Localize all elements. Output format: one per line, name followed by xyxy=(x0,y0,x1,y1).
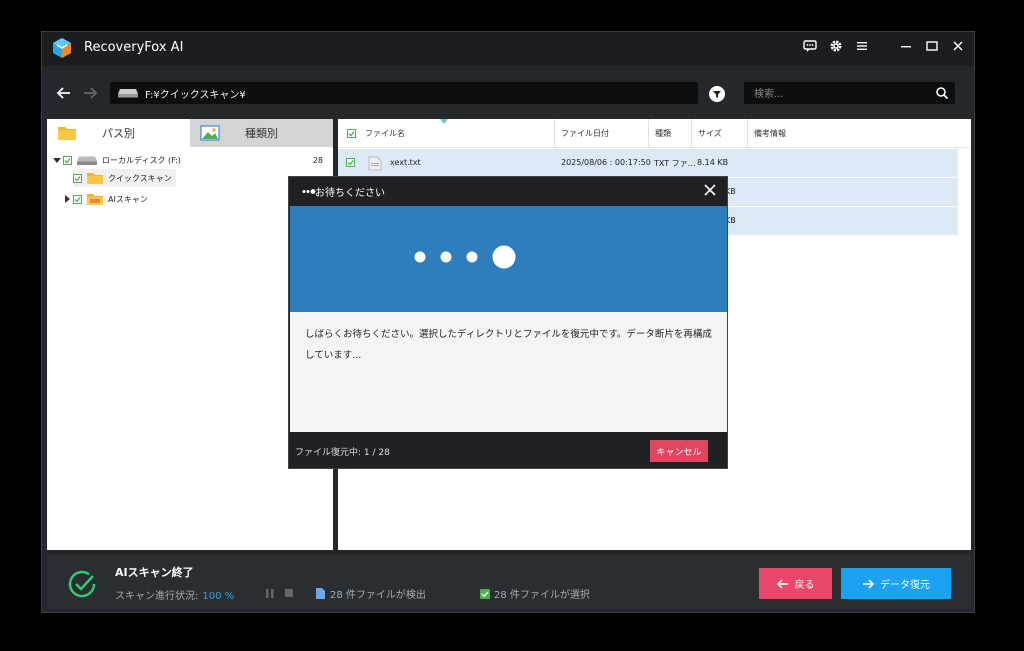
col-name-label: ファイル名 xyxy=(365,128,405,138)
table-row[interactable]: xext.txt 2025/08/06 : 00:17:50 TXT ファ… 8… xyxy=(338,149,958,178)
table-header: ファイル名 ファイル日付 種類 サイズ 備考情報 xyxy=(338,119,971,148)
caret-down-icon[interactable] xyxy=(53,156,61,164)
dialog-message: しばらくお待ちください。選択したディレクトリとファイルを復元中です。データ断片を… xyxy=(305,329,712,361)
minimize-icon[interactable] xyxy=(898,38,914,54)
drive-icon xyxy=(77,156,97,165)
dialog-body: しばらくお待ちください。選択したディレクトリとファイルを復元中です。データ断片を… xyxy=(290,312,727,432)
path-bar[interactable]: F:¥クイックスキャン¥ xyxy=(110,82,698,104)
back-button[interactable]: 戻る xyxy=(759,568,832,599)
checkbox[interactable] xyxy=(63,155,72,165)
file-name: xext.txt xyxy=(390,158,421,167)
selected-text: 28 件ファイルが選択 xyxy=(494,590,590,601)
app-title: RecoveryFox AI xyxy=(84,40,184,55)
col-type[interactable]: 種類 xyxy=(648,119,691,147)
tab-by-type[interactable]: 種類別 xyxy=(190,119,333,147)
gear-icon[interactable] xyxy=(828,38,844,54)
tab-by-path[interactable]: パス別 xyxy=(47,119,190,147)
status-percent: 100 % xyxy=(202,591,235,602)
selected-count: 28 件ファイルが選択 xyxy=(480,586,590,601)
title-bar: RecoveryFox AI xyxy=(42,32,974,66)
stop-icon[interactable] xyxy=(285,589,293,598)
drive-icon xyxy=(118,89,138,98)
tree-count: 28 xyxy=(312,155,323,165)
progress-text: ファイル復元中: 1 / 28 xyxy=(295,448,390,458)
forward-arrow-icon[interactable] xyxy=(81,84,99,102)
status-label: スキャン進行状況: xyxy=(115,591,199,602)
pause-icon[interactable] xyxy=(266,589,274,598)
maximize-icon[interactable] xyxy=(924,38,940,54)
close-icon[interactable] xyxy=(950,38,966,54)
col-size-label: サイズ xyxy=(698,128,722,138)
scan-status: スキャン進行状況: 100 % xyxy=(115,587,234,602)
tree-label: クイックスキャン xyxy=(108,173,172,183)
cancel-button[interactable]: キャンセル xyxy=(650,440,708,462)
search-input[interactable] xyxy=(752,85,926,103)
caret-right-icon[interactable] xyxy=(63,195,71,203)
col-date-label: ファイル日付 xyxy=(561,128,609,138)
col-note[interactable]: 備考情報 xyxy=(747,119,971,147)
filter-icon[interactable] xyxy=(709,86,725,102)
tree-label: ローカルディスク (F:) xyxy=(102,155,181,165)
loading-dots-icon xyxy=(414,245,516,269)
found-text: 28 件ファイルが検出 xyxy=(330,590,426,601)
recover-button[interactable]: データ復元 xyxy=(841,568,951,599)
found-count: 28 件ファイルが検出 xyxy=(316,586,426,601)
col-type-label: 種類 xyxy=(655,128,671,138)
tree-item-ai-scan[interactable]: AIスキャン xyxy=(63,190,148,208)
nav-bar: F:¥クイックスキャン¥ xyxy=(42,68,974,118)
arrow-right-icon xyxy=(863,578,874,589)
col-note-label: 備考情報 xyxy=(754,128,786,138)
tree-label: AIスキャン xyxy=(108,194,148,204)
dialog-title: お待ちください xyxy=(315,188,385,199)
checkbox[interactable] xyxy=(73,173,82,183)
recover-label: データ復元 xyxy=(880,580,930,591)
col-size[interactable]: サイズ xyxy=(691,119,747,147)
loading-banner xyxy=(290,206,727,312)
select-all-checkbox[interactable] xyxy=(347,128,356,138)
checkbox-checked-icon xyxy=(480,588,490,599)
loading-dots-icon xyxy=(302,189,316,194)
text-file-icon xyxy=(368,156,382,171)
dialog-header: お待ちください xyxy=(289,177,727,205)
tab-label: 種類別 xyxy=(245,127,278,140)
check-circle-icon xyxy=(68,570,96,598)
file-type: TXT ファ… xyxy=(654,159,696,168)
col-name[interactable]: ファイル名 xyxy=(338,119,554,147)
tree-item-local-disk[interactable]: ローカルディスク (F:) 28 xyxy=(53,151,323,169)
feedback-icon[interactable] xyxy=(802,38,818,54)
scan-title: AIスキャン終了 xyxy=(115,566,194,579)
document-icon xyxy=(316,588,325,599)
path-text: F:¥クイックスキャン¥ xyxy=(145,89,246,101)
folder-icon xyxy=(87,193,103,205)
search-box xyxy=(744,82,955,104)
file-size: 8.14 KB xyxy=(697,158,729,167)
row-checkbox[interactable] xyxy=(346,158,355,167)
progress-dialog: お待ちください しばらくお待ちください。選択したディレクトリとファイルを復元中で… xyxy=(288,176,728,469)
tree-item-quick-scan[interactable]: クイックスキャン xyxy=(73,169,176,187)
menu-icon[interactable] xyxy=(854,38,870,54)
file-date: 2025/08/06 : 00:17:50 xyxy=(561,158,651,167)
arrow-left-icon xyxy=(776,578,788,589)
checkbox[interactable] xyxy=(73,194,82,204)
close-icon[interactable] xyxy=(703,183,717,197)
col-date[interactable]: ファイル日付 xyxy=(554,119,648,147)
back-arrow-icon[interactable] xyxy=(55,84,73,102)
status-bar: AIスキャン終了 スキャン進行状況: 100 % 28 件ファイルが検出 28 件… xyxy=(47,555,971,609)
app-logo-icon xyxy=(53,38,71,58)
search-icon[interactable] xyxy=(935,86,949,100)
tab-label: パス別 xyxy=(102,127,135,140)
folder-icon xyxy=(87,172,103,184)
back-label: 戻る xyxy=(794,580,815,591)
